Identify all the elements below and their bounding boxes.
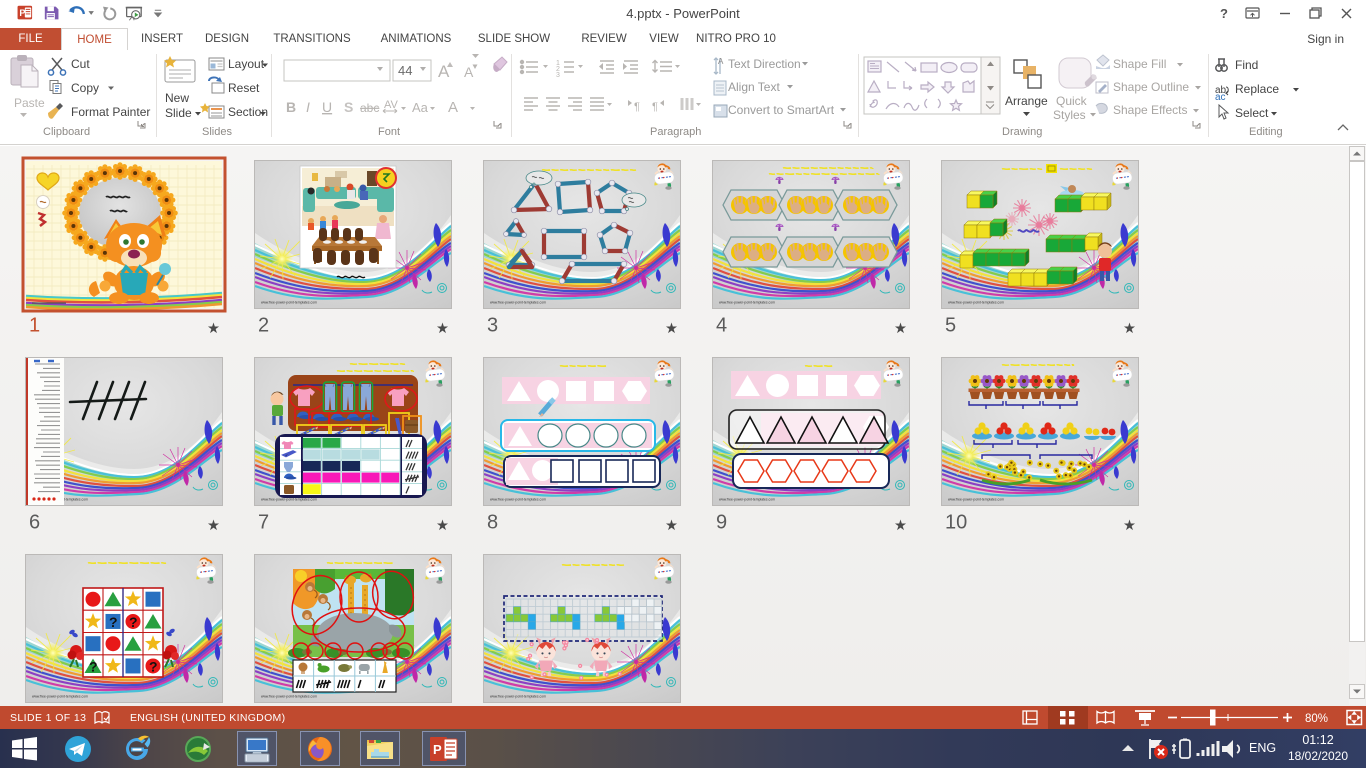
svg-text:Text Direction: Text Direction <box>728 57 801 71</box>
svg-text:Format Painter: Format Painter <box>71 105 150 119</box>
svg-text:★: ★ <box>207 518 220 534</box>
svg-text:Slide: Slide <box>165 106 192 120</box>
svg-text:3: 3 <box>487 315 498 337</box>
svg-text:Find: Find <box>1235 58 1258 72</box>
svg-text:Layout: Layout <box>228 57 265 71</box>
svg-text:★: ★ <box>665 518 678 534</box>
svg-text:?: ? <box>129 614 138 630</box>
svg-text:Shape Effects: Shape Effects <box>1113 103 1188 117</box>
svg-text:?: ? <box>1220 6 1228 21</box>
svg-text:?: ? <box>109 614 118 630</box>
svg-text:2: 2 <box>258 315 269 337</box>
svg-text:★: ★ <box>1123 321 1136 337</box>
svg-text:10: 10 <box>945 512 967 534</box>
svg-text:★: ★ <box>894 321 907 337</box>
svg-text:★: ★ <box>894 518 907 534</box>
svg-text:44: 44 <box>398 63 412 78</box>
svg-text:I: I <box>306 99 310 115</box>
svg-text:A: A <box>464 64 474 80</box>
svg-text:Select: Select <box>1235 106 1269 120</box>
svg-text:Editing: Editing <box>1249 126 1283 138</box>
svg-text:3: 3 <box>556 72 560 79</box>
svg-text:Shape Outline: Shape Outline <box>1113 80 1189 94</box>
svg-text:★: ★ <box>1123 518 1136 534</box>
svg-text:Styles: Styles <box>1053 108 1086 122</box>
svg-text:Quick: Quick <box>1056 94 1088 108</box>
svg-text:8: 8 <box>487 512 498 534</box>
svg-text:★: ★ <box>207 321 220 337</box>
svg-text:Reset: Reset <box>228 81 260 95</box>
svg-text:★: ★ <box>436 321 449 337</box>
svg-text:abc: abc <box>360 101 379 115</box>
svg-text:1: 1 <box>29 315 40 337</box>
svg-text:?: ? <box>89 658 98 674</box>
svg-text:Cut: Cut <box>71 57 90 71</box>
svg-text:ac: ac <box>1215 92 1226 103</box>
svg-text:A: A <box>718 57 724 66</box>
svg-text:A: A <box>448 99 458 116</box>
svg-text:4: 4 <box>716 315 727 337</box>
svg-text:B: B <box>286 99 296 115</box>
svg-text:Paste: Paste <box>14 96 45 110</box>
svg-text:New: New <box>165 91 189 105</box>
svg-text:★: ★ <box>665 321 678 337</box>
svg-text:Drawing: Drawing <box>1002 126 1042 138</box>
svg-text:S: S <box>344 99 353 115</box>
svg-text:U: U <box>322 99 332 115</box>
svg-text:6: 6 <box>29 512 40 534</box>
svg-text:A: A <box>438 62 450 81</box>
svg-text:80%: 80% <box>1305 713 1328 725</box>
svg-text:Copy: Copy <box>71 81 99 95</box>
svg-text:Convert to SmartArt: Convert to SmartArt <box>728 103 835 117</box>
svg-text:9: 9 <box>716 512 727 534</box>
svg-text:Arrange: Arrange <box>1005 94 1048 108</box>
svg-text:¶: ¶ <box>634 101 640 113</box>
svg-text:5: 5 <box>945 315 956 337</box>
svg-text:P: P <box>433 742 442 757</box>
svg-text:Replace: Replace <box>1235 82 1279 96</box>
svg-text:Aa: Aa <box>412 100 429 115</box>
svg-text:Shape Fill: Shape Fill <box>1113 57 1166 71</box>
svg-text:7: 7 <box>258 512 269 534</box>
svg-text:AV: AV <box>384 99 399 111</box>
svg-text:Slides: Slides <box>202 126 232 138</box>
svg-text:?: ? <box>149 658 158 674</box>
svg-text:Font: Font <box>378 126 400 138</box>
svg-text:¶: ¶ <box>652 101 658 113</box>
svg-text:Align Text: Align Text <box>728 80 780 94</box>
svg-text:Clipboard: Clipboard <box>43 126 90 138</box>
svg-text:Paragraph: Paragraph <box>650 126 701 138</box>
svg-text:★: ★ <box>436 518 449 534</box>
